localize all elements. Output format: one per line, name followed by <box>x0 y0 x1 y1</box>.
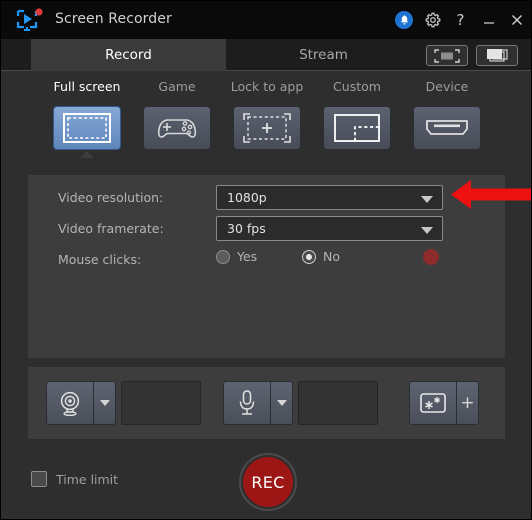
mouse-clicks-yes-radio[interactable]: Yes <box>216 249 257 264</box>
mouse-click-color-swatch[interactable] <box>423 249 439 265</box>
effects-group: + <box>409 381 479 425</box>
microphone-dropdown[interactable] <box>271 381 293 425</box>
help-icon[interactable]: ? <box>452 12 469 29</box>
app-title: Screen Recorder <box>55 11 172 27</box>
mode-label: Device <box>425 79 469 94</box>
close-icon[interactable] <box>508 12 525 29</box>
resolution-label: Video resolution: <box>58 190 164 205</box>
gamepad-icon[interactable] <box>143 106 211 150</box>
screen-recorder-window: Screen Recorder ? Record Stream Full scr… <box>0 0 532 520</box>
chevron-down-icon <box>99 400 110 406</box>
selected-mode-caret <box>80 151 94 158</box>
stacked-windows-icon[interactable] <box>476 45 518 66</box>
screen-record-logo-icon <box>15 8 45 32</box>
capture-mode-row: Full screen Game Lock to app Custom Devi… <box>1 79 531 163</box>
webcam-field[interactable] <box>121 381 201 425</box>
microphone-icon[interactable] <box>223 381 271 425</box>
mode-custom[interactable]: Custom <box>312 79 402 150</box>
framerate-value: 30 fps <box>227 221 266 236</box>
webcam-dropdown[interactable] <box>94 381 116 425</box>
mode-full-screen[interactable]: Full screen <box>42 79 132 158</box>
tab-record[interactable]: Record <box>31 39 226 71</box>
window-controls: ? <box>395 1 525 39</box>
title-bar: Screen Recorder ? <box>1 1 531 39</box>
framerate-dropdown[interactable]: 30 fps <box>216 216 443 241</box>
mode-label: Full screen <box>53 79 121 94</box>
mouse-clicks-no-radio[interactable]: No <box>302 249 340 264</box>
checkbox-indicator <box>31 471 47 487</box>
time-limit-checkbox[interactable]: Time limit <box>31 471 118 487</box>
settings-panel: Video resolution: 1080p Video framerate:… <box>28 175 505 358</box>
custom-region-icon[interactable] <box>323 106 391 150</box>
resolution-dropdown[interactable]: 1080p <box>216 185 443 210</box>
bell-icon[interactable] <box>395 11 413 29</box>
record-button-label: REC <box>243 457 293 507</box>
radio-label: No <box>323 249 340 264</box>
resolution-value: 1080p <box>227 190 267 205</box>
mouse-clicks-label: Mouse clicks: <box>58 252 142 267</box>
framerate-label: Video framerate: <box>58 221 164 236</box>
hdmi-port-icon[interactable] <box>413 106 481 150</box>
effects-sparkle-icon[interactable] <box>409 381 457 425</box>
chevron-down-icon <box>421 227 433 234</box>
record-button[interactable]: REC <box>239 453 297 511</box>
mode-label: Lock to app <box>230 79 304 94</box>
devices-strip: + <box>28 367 505 439</box>
radio-label: Yes <box>237 249 258 264</box>
mode-label: Custom <box>333 79 381 94</box>
gear-icon[interactable] <box>424 12 441 29</box>
webcam-icon[interactable] <box>46 381 94 425</box>
screenshot-frame-icon[interactable] <box>426 45 468 66</box>
microphone-group <box>223 381 378 425</box>
full-screen-icon[interactable] <box>53 106 121 150</box>
webcam-group <box>46 381 201 425</box>
mode-lock-to-app[interactable]: Lock to app <box>222 79 312 150</box>
lock-to-app-icon[interactable] <box>233 106 301 150</box>
mode-device[interactable]: Device <box>402 79 492 150</box>
time-limit-label: Time limit <box>56 471 119 487</box>
add-effect-button[interactable]: + <box>457 381 479 425</box>
microphone-field[interactable] <box>298 381 378 425</box>
radio-indicator <box>216 249 230 264</box>
radio-indicator <box>302 249 316 264</box>
mode-game[interactable]: Game <box>132 79 222 150</box>
tab-stream[interactable]: Stream <box>226 39 421 71</box>
mode-label: Game <box>158 79 196 94</box>
chevron-down-icon <box>421 196 433 203</box>
chevron-down-icon <box>276 400 287 406</box>
tab-bar: Record Stream <box>1 39 531 71</box>
minimize-icon[interactable] <box>480 12 497 29</box>
